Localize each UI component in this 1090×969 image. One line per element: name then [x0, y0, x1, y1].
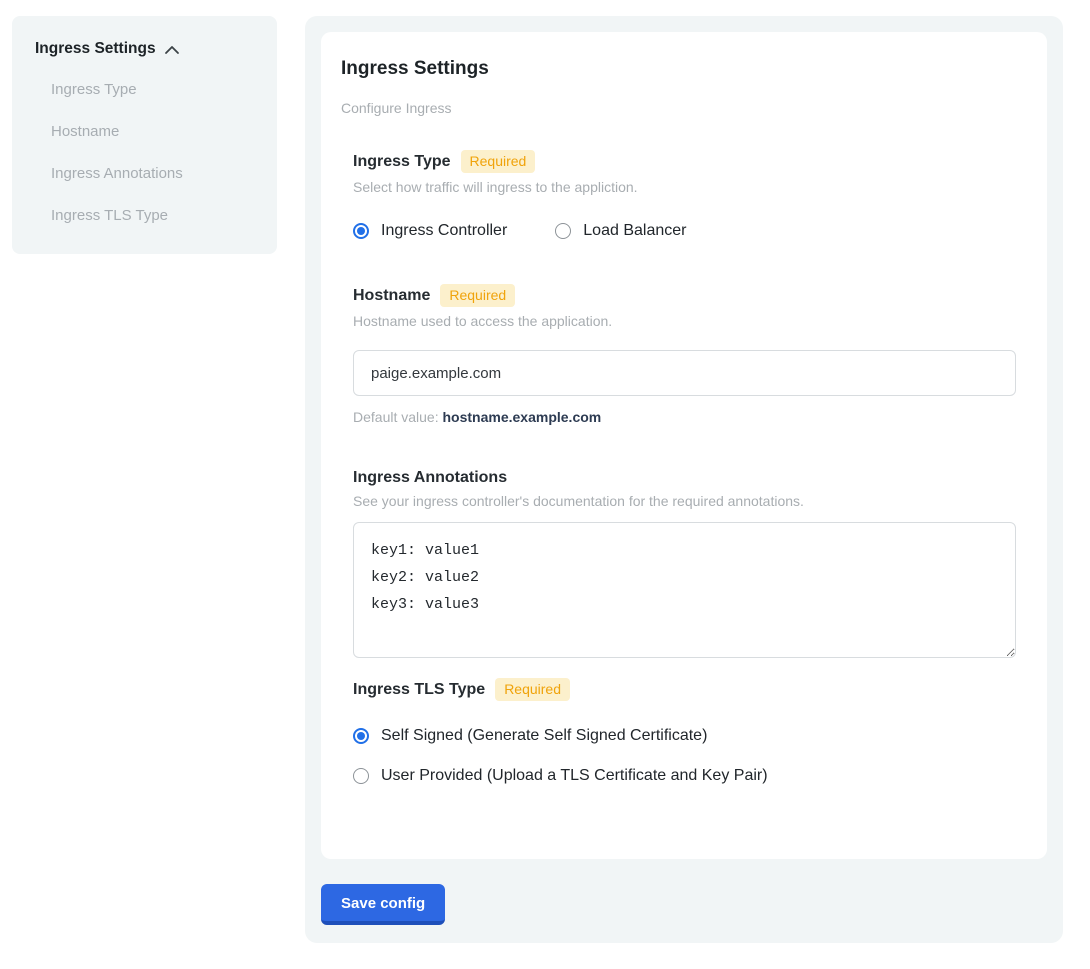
- radio-label-user-provided: User Provided (Upload a TLS Certificate …: [381, 767, 768, 785]
- radio-user-provided[interactable]: [353, 768, 369, 784]
- section-ingress-tls-type-header: Ingress TLS Type Required: [353, 678, 1016, 701]
- settings-nav-sidebar: Ingress Settings Ingress Type Hostname I…: [12, 16, 277, 254]
- sidebar-group-ingress-settings[interactable]: Ingress Settings: [35, 40, 255, 58]
- page-subtitle: Configure Ingress: [341, 100, 1016, 116]
- radio-label-load-balancer: Load Balancer: [583, 222, 686, 240]
- default-value-text: hostname.example.com: [443, 409, 602, 425]
- ingress-annotations-textarea[interactable]: key1: value1 key2: value2 key3: value3: [353, 522, 1016, 658]
- radio-option-ingress-controller[interactable]: Ingress Controller: [353, 222, 507, 240]
- page-title: Ingress Settings: [341, 58, 1016, 80]
- ingress-type-help: Select how traffic will ingress to the a…: [353, 178, 1016, 196]
- hostname-label: Hostname: [353, 287, 430, 305]
- ingress-tls-type-label: Ingress TLS Type: [353, 681, 485, 699]
- required-badge: Required: [495, 678, 570, 701]
- section-hostname-header: Hostname Required: [353, 284, 1016, 307]
- radio-dot: [559, 227, 567, 235]
- radio-dot: [357, 227, 365, 235]
- section-hostname: Hostname Required Hostname used to acces…: [353, 284, 1016, 425]
- section-ingress-type: Ingress Type Required Select how traffic…: [353, 150, 1016, 240]
- form-sections: Ingress Type Required Select how traffic…: [353, 150, 1016, 785]
- section-ingress-tls-type: Ingress TLS Type Required Self Signed (G…: [353, 678, 1016, 785]
- radio-option-load-balancer[interactable]: Load Balancer: [555, 222, 686, 240]
- sidebar-item-ingress-type[interactable]: Ingress Type: [51, 80, 255, 100]
- required-badge: Required: [461, 150, 536, 173]
- sidebar-item-ingress-tls-type[interactable]: Ingress TLS Type: [51, 206, 255, 226]
- ingress-type-radio-group: Ingress Controller Load Balancer: [353, 222, 1016, 240]
- default-value-label: Default value:: [353, 409, 443, 425]
- ingress-type-label: Ingress Type: [353, 153, 451, 171]
- section-ingress-type-header: Ingress Type Required: [353, 150, 1016, 173]
- ingress-settings-card: Ingress Settings Configure Ingress Ingre…: [321, 32, 1047, 859]
- sidebar-group-title: Ingress Settings: [35, 40, 156, 58]
- ingress-tls-radio-group: Self Signed (Generate Self Signed Certif…: [353, 727, 1016, 785]
- hostname-default-line: Default value: hostname.example.com: [353, 409, 1016, 425]
- radio-label-self-signed: Self Signed (Generate Self Signed Certif…: [381, 727, 707, 745]
- radio-load-balancer[interactable]: [555, 223, 571, 239]
- radio-dot: [357, 732, 365, 740]
- page-layout: Ingress Settings Ingress Type Hostname I…: [0, 0, 1090, 943]
- sidebar-item-ingress-annotations[interactable]: Ingress Annotations: [51, 164, 255, 184]
- settings-main-panel: Ingress Settings Configure Ingress Ingre…: [305, 16, 1063, 943]
- sidebar-item-hostname[interactable]: Hostname: [51, 122, 255, 142]
- radio-label-ingress-controller: Ingress Controller: [381, 222, 507, 240]
- section-ingress-annotations-header: Ingress Annotations: [353, 469, 1016, 487]
- radio-dot: [357, 772, 365, 780]
- hostname-input[interactable]: [353, 350, 1016, 396]
- ingress-annotations-label: Ingress Annotations: [353, 469, 507, 487]
- radio-ingress-controller[interactable]: [353, 223, 369, 239]
- section-ingress-annotations: Ingress Annotations See your ingress con…: [353, 469, 1016, 658]
- radio-option-self-signed[interactable]: Self Signed (Generate Self Signed Certif…: [353, 727, 1016, 745]
- radio-self-signed[interactable]: [353, 728, 369, 744]
- hostname-help: Hostname used to access the application.: [353, 312, 1016, 330]
- chevron-up-icon[interactable]: [164, 45, 180, 55]
- radio-option-user-provided[interactable]: User Provided (Upload a TLS Certificate …: [353, 767, 1016, 785]
- ingress-annotations-help: See your ingress controller's documentat…: [353, 492, 1016, 510]
- save-config-button[interactable]: Save config: [321, 884, 445, 925]
- required-badge: Required: [440, 284, 515, 307]
